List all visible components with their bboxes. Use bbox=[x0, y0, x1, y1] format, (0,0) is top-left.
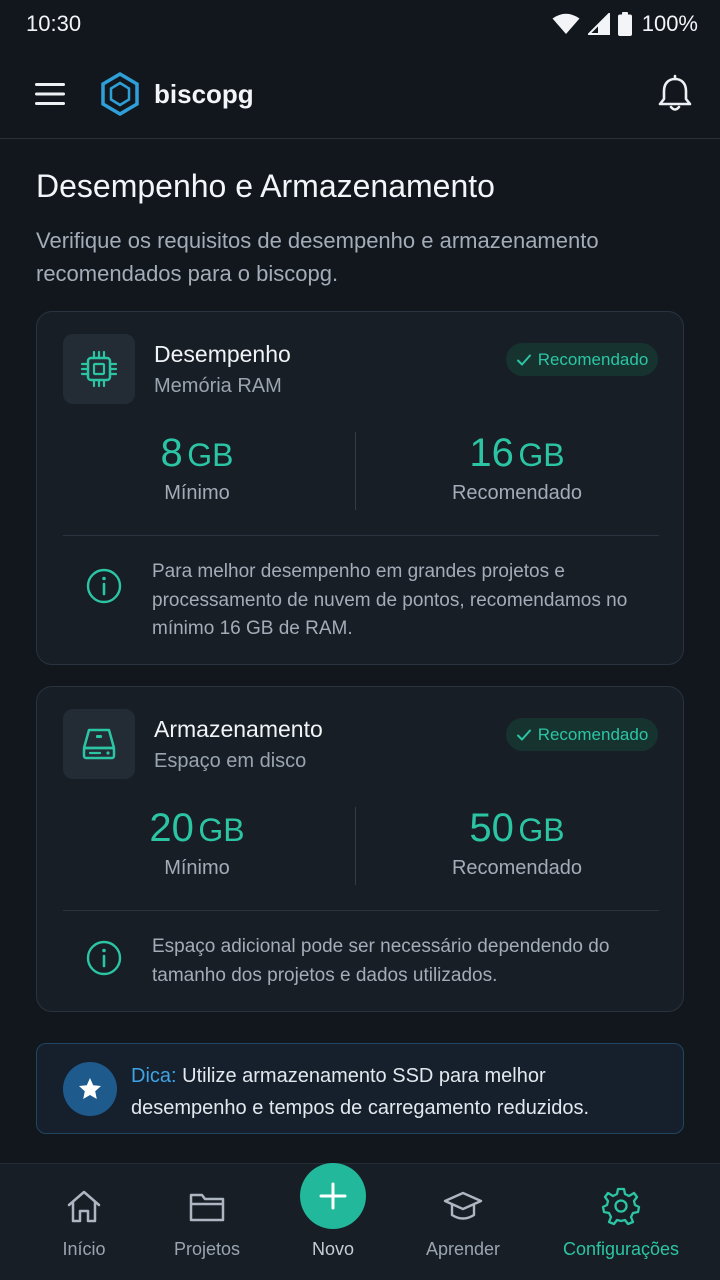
stat-minimum: 8 GB Mínimo bbox=[37, 430, 357, 505]
performance-card: Desempenho Memória RAM Recomendado 8 GB … bbox=[36, 311, 684, 665]
stat-label: Mínimo bbox=[164, 857, 230, 879]
add-new-button[interactable] bbox=[300, 1163, 366, 1229]
card-title: Desempenho bbox=[154, 341, 291, 367]
status-badge: Recomendado bbox=[506, 718, 658, 751]
stat-recommended: 50 GB Recomendado bbox=[357, 805, 677, 880]
stat-value: 16 GB bbox=[469, 431, 565, 475]
status-bar: 10:30 100% bbox=[0, 0, 720, 48]
card-title: Armazenamento bbox=[154, 716, 323, 742]
status-badge: Recomendado bbox=[506, 343, 658, 376]
stat-value: 8 GB bbox=[160, 431, 234, 475]
badge-label: Recomendado bbox=[537, 724, 649, 744]
tip-label: Dica: bbox=[131, 1065, 177, 1087]
nav-label: Aprender bbox=[425, 1239, 501, 1259]
gear-icon bbox=[601, 1187, 641, 1226]
app-name: biscopg bbox=[154, 78, 254, 109]
divider bbox=[355, 432, 356, 510]
card-subtitle: Espaço em disco bbox=[154, 750, 307, 772]
divider bbox=[63, 910, 659, 911]
info-text: Para melhor desempenho em grandes projet… bbox=[152, 561, 628, 639]
folder-icon bbox=[189, 1193, 225, 1222]
page-title: Desempenho e Armazenamento bbox=[36, 168, 495, 204]
status-icons: 100% bbox=[552, 11, 698, 37]
graduation-cap-icon bbox=[443, 1191, 483, 1220]
stat-label: Recomendado bbox=[451, 482, 583, 504]
info-icon bbox=[86, 568, 122, 604]
cpu-chip-icon bbox=[63, 334, 135, 404]
page-subtitle: Verifique os requisitos de desempenho e … bbox=[36, 228, 599, 286]
tip-banner: Dica: Utilize armazenamento SSD para mel… bbox=[36, 1043, 684, 1134]
home-icon bbox=[67, 1190, 101, 1223]
hard-drive-icon bbox=[63, 709, 135, 779]
status-time: 10:30 bbox=[26, 11, 82, 36]
app-bar: biscopg bbox=[0, 48, 720, 139]
info-text: Espaço adicional pode ser necessário dep… bbox=[152, 936, 610, 986]
divider bbox=[355, 807, 356, 885]
star-icon bbox=[63, 1062, 117, 1116]
card-subtitle: Memória RAM bbox=[154, 375, 282, 397]
badge-label: Recomendado bbox=[537, 349, 649, 369]
nav-label: Novo bbox=[311, 1239, 355, 1259]
stat-minimum: 20 GB Mínimo bbox=[37, 805, 357, 880]
stat-value: 50 GB bbox=[469, 806, 565, 850]
check-icon bbox=[516, 354, 531, 365]
nav-item-inicio[interactable]: Início bbox=[14, 1164, 154, 1280]
wifi-icon bbox=[552, 13, 580, 34]
bell-icon[interactable] bbox=[655, 74, 695, 114]
stat-recommended: 16 GB Recomendado bbox=[357, 430, 677, 505]
divider bbox=[63, 535, 659, 536]
plus-icon bbox=[319, 1182, 347, 1210]
stat-label: Recomendado bbox=[451, 857, 583, 879]
tip-text: Dica: Utilize armazenamento SSD para mel… bbox=[131, 1060, 661, 1124]
nav-item-projetos[interactable]: Projetos bbox=[137, 1164, 277, 1280]
stat-row: 20 GB Mínimo 50 GB Recomendado bbox=[37, 805, 685, 885]
stat-value: 20 GB bbox=[149, 806, 245, 850]
nav-label: Configurações bbox=[562, 1239, 680, 1259]
nav-label: Início bbox=[62, 1239, 106, 1259]
tip-body: Utilize armazenamento SSD para melhor de… bbox=[131, 1065, 590, 1119]
stat-label: Mínimo bbox=[164, 482, 230, 504]
stat-row: 8 GB Mínimo 16 GB Recomendado bbox=[37, 430, 685, 510]
menu-icon[interactable] bbox=[33, 80, 69, 108]
logo-icon bbox=[101, 72, 139, 116]
battery-icon bbox=[617, 12, 632, 36]
brand: biscopg bbox=[100, 72, 254, 116]
screen: 10:30 100% biscopg Desempenho e Armazena… bbox=[0, 0, 720, 1280]
nav-item-aprender[interactable]: Aprender bbox=[393, 1164, 533, 1280]
battery-percent: 100% bbox=[641, 11, 698, 36]
signal-icon bbox=[587, 13, 610, 35]
bottom-nav: Início Projetos Novo Aprender Configuraç… bbox=[0, 1163, 720, 1280]
nav-label: Projetos bbox=[173, 1239, 241, 1259]
nav-item-configuracoes[interactable]: Configurações bbox=[551, 1164, 691, 1280]
check-icon bbox=[516, 729, 531, 740]
info-icon bbox=[86, 940, 122, 976]
storage-card: Armazenamento Espaço em disco Recomendad… bbox=[36, 686, 684, 1012]
